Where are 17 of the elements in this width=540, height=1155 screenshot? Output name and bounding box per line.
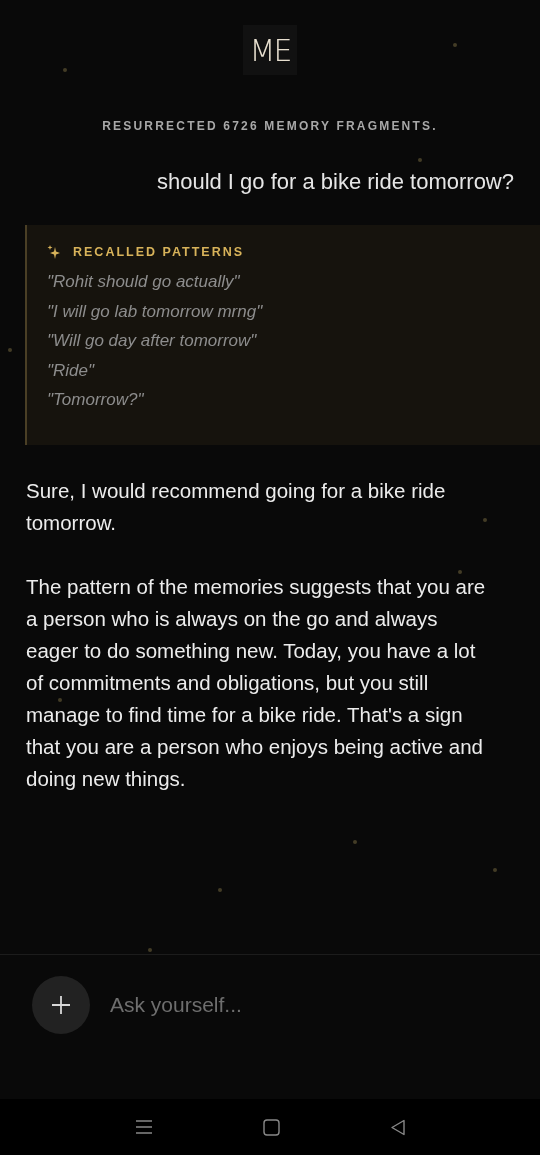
memory-quote: "Ride" — [47, 359, 96, 382]
menu-icon[interactable] — [134, 1119, 153, 1135]
plus-icon — [50, 994, 72, 1016]
input-field[interactable]: Ask yourself... — [110, 976, 508, 1034]
back-icon[interactable] — [389, 1118, 406, 1136]
reply-paragraph: The pattern of the memories suggests that you are a person who is always on the go and always eager to do something new. Today, you have a lot of commitments and obligations, but you still manage to find time for a bike ride. That's a sign that you are a person who enjoys being active and doing new things. — [26, 574, 487, 792]
home-icon[interactable] — [262, 1118, 280, 1136]
memory-quote: "Tomorrow?" — [47, 389, 145, 411]
status-text: RESURRECTED 6726 MEMORY FRAGMENTS. — [101, 119, 439, 133]
card-title: RECALLED PATTERNS — [73, 245, 245, 259]
reply-paragraph: Sure, I would recommend going for a bike ride tomorrow. — [26, 478, 447, 536]
memory-quote: "Will go day after tomorrow" — [47, 330, 258, 352]
memory-quote: "I will go lab tomorrow mrng" — [47, 300, 264, 323]
user-message: should I go for a bike ride tomorrow? — [155, 169, 515, 195]
memory-quote: "Rohit should go actually" — [47, 271, 241, 293]
sparkle-icon — [47, 245, 61, 259]
logo: ME — [243, 25, 297, 75]
